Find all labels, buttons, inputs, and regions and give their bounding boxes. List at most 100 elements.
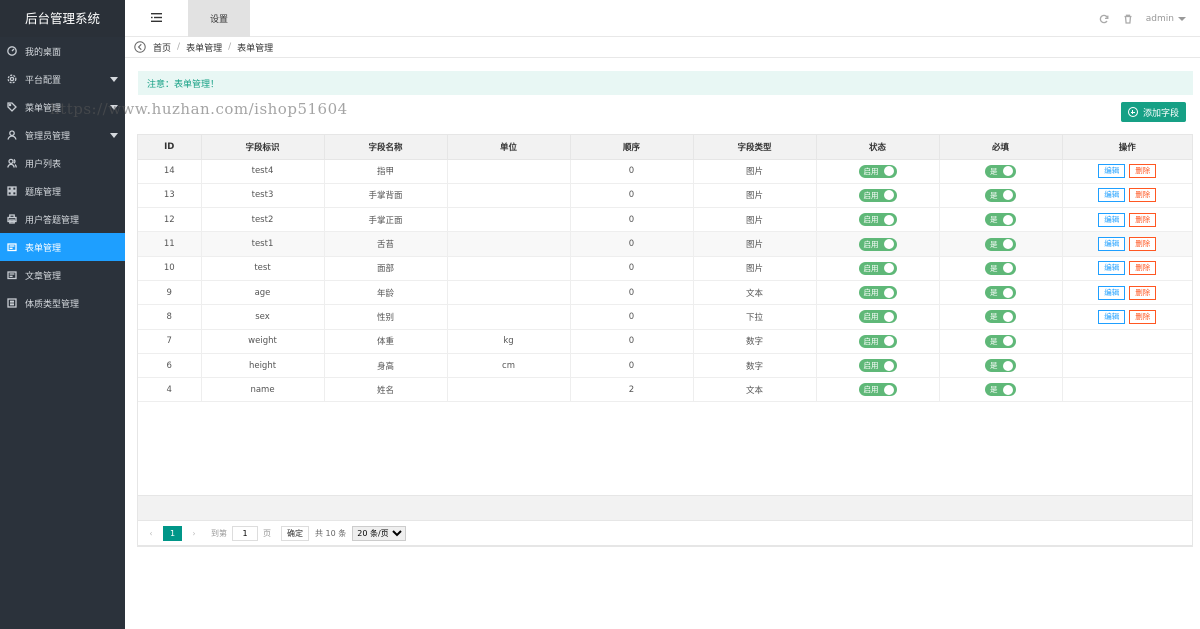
table-row: 8 sex 性别 0 下拉 启用 是 编辑 删除 xyxy=(138,304,1192,330)
delete-button[interactable]: 删除 xyxy=(1129,188,1157,203)
edit-button[interactable]: 编辑 xyxy=(1098,237,1126,252)
sidebar-item-label: 题库管理 xyxy=(25,187,62,198)
back-icon[interactable] xyxy=(134,41,146,53)
required-toggle-label: 是 xyxy=(990,288,998,298)
chevron-down-icon xyxy=(110,77,118,82)
status-toggle[interactable]: 启用 xyxy=(858,310,897,324)
required-toggle-label: 是 xyxy=(990,166,998,176)
sidebar-item-label: 我的桌面 xyxy=(25,47,62,58)
breadcrumb-home[interactable]: 首页 xyxy=(153,41,171,54)
cell-id: 7 xyxy=(138,329,202,354)
delete-button[interactable]: 删除 xyxy=(1129,237,1157,252)
required-toggle[interactable]: 是 xyxy=(985,334,1016,348)
edit-button[interactable]: 编辑 xyxy=(1098,164,1126,179)
cell-name: 指甲 xyxy=(324,159,448,184)
delete-button[interactable]: 删除 xyxy=(1129,285,1157,300)
notice-banner: 注意：表单管理！ xyxy=(138,71,1193,95)
sidebar-item-5[interactable]: 题库管理 xyxy=(0,177,125,205)
page-unit-label: 页 xyxy=(263,529,271,538)
status-toggle[interactable]: 启用 xyxy=(858,383,897,397)
toggle-knob xyxy=(883,287,894,298)
cell-order: 0 xyxy=(570,280,694,306)
required-toggle[interactable]: 是 xyxy=(985,188,1016,202)
user-menu[interactable]: admin xyxy=(1146,14,1186,24)
delete-button[interactable]: 删除 xyxy=(1129,212,1157,227)
status-toggle-label: 启用 xyxy=(863,215,879,225)
toggle-knob xyxy=(1002,166,1013,177)
cell-key: sex xyxy=(201,304,325,330)
status-toggle[interactable]: 启用 xyxy=(858,237,897,251)
cell-status: 启用 xyxy=(816,207,940,233)
required-toggle-label: 是 xyxy=(990,239,998,249)
required-toggle[interactable]: 是 xyxy=(985,213,1016,227)
required-toggle[interactable]: 是 xyxy=(985,286,1016,300)
next-page-icon[interactable]: › xyxy=(188,528,200,540)
cell-key: age xyxy=(201,280,325,306)
sidebar: 后台管理系统 我的桌面 平台配置 菜单管理 管理员管理 用户列表 题库管理 用户答题管理 表单… xyxy=(0,0,125,629)
status-toggle-label: 启用 xyxy=(863,263,879,273)
page-number-current[interactable]: 1 xyxy=(163,526,182,541)
goto-label: 到第 xyxy=(211,529,227,538)
toggle-knob xyxy=(1002,360,1013,371)
cell-unit xyxy=(447,304,571,330)
edit-button[interactable]: 编辑 xyxy=(1098,285,1126,300)
menu-toggle-icon xyxy=(150,12,162,25)
cell-actions: 编辑 删除 xyxy=(1062,280,1192,306)
edit-button[interactable]: 编辑 xyxy=(1098,309,1126,324)
cell-status: 启用 xyxy=(816,280,940,306)
sidebar-item-4[interactable]: 用户列表 xyxy=(0,149,125,177)
table-row: 13 test3 手掌背面 0 图片 启用 是 编辑 删除 xyxy=(138,183,1192,209)
prev-page-icon[interactable]: ‹ xyxy=(145,528,157,540)
sidebar-item-0[interactable]: 我的桌面 xyxy=(0,37,125,65)
add-field-button[interactable]: 添加字段 xyxy=(1120,102,1186,122)
delete-button[interactable]: 删除 xyxy=(1129,309,1157,324)
table-row: 7 weight 体重 kg 0 数字 启用 是 xyxy=(138,329,1192,354)
required-toggle[interactable]: 是 xyxy=(985,261,1016,275)
sidebar-item-6[interactable]: 用户答题管理 xyxy=(0,205,125,233)
sidebar-toggle-button[interactable] xyxy=(125,0,187,37)
sidebar-item-9[interactable]: 体质类型管理 xyxy=(0,289,125,317)
cell-unit xyxy=(447,159,571,184)
status-toggle[interactable]: 启用 xyxy=(858,286,897,300)
delete-button[interactable]: 删除 xyxy=(1129,164,1157,179)
status-toggle[interactable]: 启用 xyxy=(858,334,897,348)
status-toggle[interactable]: 启用 xyxy=(858,188,897,202)
sidebar-item-8[interactable]: 文章管理 xyxy=(0,261,125,289)
required-toggle[interactable]: 是 xyxy=(985,383,1016,397)
status-toggle[interactable]: 启用 xyxy=(858,261,897,275)
cell-order: 0 xyxy=(570,304,694,330)
tab-settings[interactable]: 设置 xyxy=(188,0,250,37)
required-toggle[interactable]: 是 xyxy=(985,359,1016,373)
breadcrumb-section[interactable]: 表单管理 xyxy=(186,41,222,54)
required-toggle[interactable]: 是 xyxy=(985,310,1016,324)
cell-unit xyxy=(447,183,571,209)
sidebar-item-label: 管理员管理 xyxy=(25,131,71,142)
trash-icon[interactable] xyxy=(1122,13,1134,25)
confirm-page-button[interactable]: 确定 xyxy=(281,526,309,541)
status-toggle[interactable]: 启用 xyxy=(858,359,897,373)
form-icon xyxy=(6,242,17,253)
page-size-select[interactable]: 20 条/页 xyxy=(352,526,407,541)
table-scrollbar[interactable] xyxy=(137,495,1193,520)
cell-status: 启用 xyxy=(816,304,940,330)
breadcrumb-separator: / xyxy=(228,42,232,52)
sidebar-item-7[interactable]: 表单管理 xyxy=(0,233,125,261)
delete-button[interactable]: 删除 xyxy=(1129,261,1157,276)
edit-button[interactable]: 编辑 xyxy=(1098,212,1126,227)
required-toggle[interactable]: 是 xyxy=(985,164,1016,178)
page-input[interactable] xyxy=(232,526,258,541)
table-row: 10 test 面部 0 图片 启用 是 编辑 删除 xyxy=(138,256,1192,281)
status-toggle[interactable]: 启用 xyxy=(858,213,897,227)
refresh-icon[interactable] xyxy=(1098,13,1110,25)
cell-required: 是 xyxy=(939,353,1063,379)
sidebar-item-3[interactable]: 管理员管理 xyxy=(0,121,125,149)
edit-button[interactable]: 编辑 xyxy=(1098,188,1126,203)
print-icon xyxy=(6,214,17,225)
sidebar-item-1[interactable]: 平台配置 xyxy=(0,65,125,93)
cell-name: 手掌正面 xyxy=(324,207,448,233)
required-toggle[interactable]: 是 xyxy=(985,237,1016,251)
cell-order: 0 xyxy=(570,207,694,233)
edit-button[interactable]: 编辑 xyxy=(1098,261,1126,276)
cell-key: test1 xyxy=(201,231,325,257)
status-toggle[interactable]: 启用 xyxy=(858,164,897,178)
